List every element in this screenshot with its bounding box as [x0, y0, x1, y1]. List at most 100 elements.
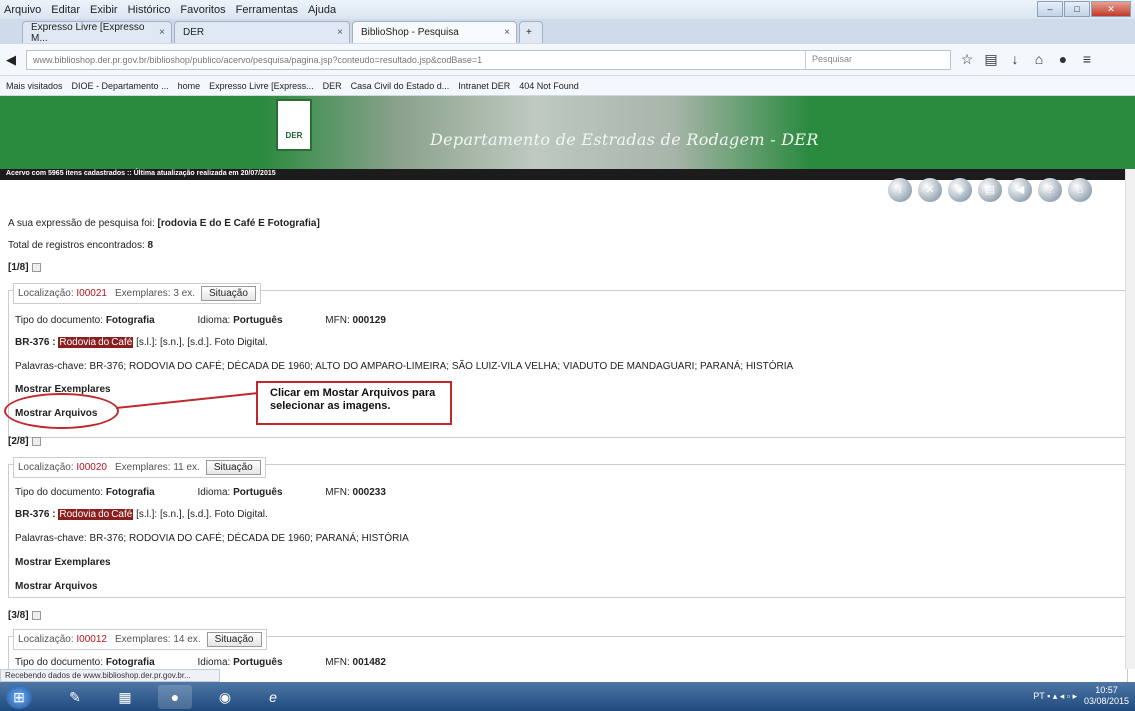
action-icons: i ✕ ◈ ▤ ◀ ? ⌂ [888, 178, 1098, 202]
select-checkbox[interactable] [31, 436, 41, 446]
clock-time: 10:57 [1095, 685, 1118, 695]
title-rest: [s.l.]: [s.n.], [s.d.]. Foto Digital. [136, 337, 268, 348]
new-tab-button[interactable]: + [519, 21, 543, 43]
record-header: Localização: I00020 Exemplares: 11 ex. S… [13, 457, 266, 478]
filter-icon[interactable]: ◈ [948, 178, 972, 202]
back-icon[interactable]: ◀ [6, 52, 16, 68]
idioma-label: Idioma: [197, 315, 231, 326]
vertical-scrollbar[interactable] [1125, 169, 1135, 669]
menu-favoritos[interactable]: Favoritos [180, 4, 225, 16]
mfn-value: 000233 [352, 487, 386, 498]
situacao-button[interactable]: Situação [206, 632, 262, 647]
menu-ferramentas[interactable]: Ferramentas [236, 4, 298, 16]
title-prefix: BR-376 : [15, 509, 56, 520]
mfn-label: MFN: [325, 315, 350, 326]
firefox-icon[interactable]: ● [158, 685, 192, 709]
clock[interactable]: 10:57 03/08/2015 [1084, 685, 1129, 707]
mfn-label: MFN: [325, 657, 350, 668]
highlight-ellipse [4, 393, 119, 429]
url-text: www.biblioshop.der.pr.gov.br/biblioshop/… [33, 55, 483, 65]
instruction-callout: Clicar em Mostar Arquivos para seleciona… [256, 381, 452, 425]
keywords-value: BR-376; RODOVIA DO CAFÉ; DÉCADA DE 1960;… [89, 533, 409, 544]
address-bar[interactable]: www.biblioshop.der.pr.gov.br/biblioshop/… [26, 50, 951, 70]
clear-icon[interactable]: ✕ [918, 178, 942, 202]
tab-biblioshop[interactable]: BiblioShop - Pesquisa × [352, 21, 517, 43]
situacao-button[interactable]: Situação [201, 286, 256, 301]
menu-icon[interactable]: ≡ [1075, 51, 1099, 68]
explorer-icon[interactable]: ✎ [58, 685, 92, 709]
file-manager-icon[interactable]: ▦ [108, 685, 142, 709]
system-tray: PT ▪ ▴ ◂ ▫ ▸ [1033, 691, 1077, 701]
reading-list-icon[interactable]: ▤ [979, 51, 1003, 68]
tipo-label: Tipo do documento: [15, 315, 104, 326]
tipo-value: Fotografia [105, 487, 155, 498]
bookmark-expresso[interactable]: Expresso Livre [Express... [209, 81, 314, 91]
show-arquivos-link[interactable]: Mostrar Arquivos [15, 581, 97, 592]
idioma-label: Idioma: [197, 657, 231, 668]
menu-ajuda[interactable]: Ajuda [308, 4, 336, 16]
search-expression: A sua expressão de pesquisa foi: [rodovi… [8, 218, 320, 229]
star-icon[interactable]: ☆ [955, 51, 979, 68]
record-index-text: [3/8] [8, 610, 29, 621]
tab-expresso[interactable]: Expresso Livre [Expresso M... × [22, 21, 172, 44]
total-label: Total de registros encontrados: [8, 240, 145, 251]
tab-bar: Expresso Livre [Expresso M... × DER × Bibl… [0, 19, 1135, 44]
bookmark-dioe[interactable]: DIOE - Departamento ... [72, 81, 169, 91]
chrome-icon[interactable]: ◉ [208, 685, 242, 709]
highlight-term: do [97, 337, 111, 348]
chat-icon[interactable]: ● [1051, 51, 1075, 68]
show-exemplares-link[interactable]: Mostrar Exemplares [15, 557, 111, 568]
record-title: BR-376 : Rodovia do Café [s.l.]: [s.n.], [… [15, 337, 268, 348]
idioma-value: Português [233, 315, 283, 326]
select-checkbox[interactable] [31, 262, 41, 272]
clock-date: 03/08/2015 [1083, 696, 1129, 706]
help-icon[interactable]: ? [1038, 178, 1062, 202]
download-icon[interactable]: ↓ [1003, 51, 1027, 68]
home-icon[interactable]: ⌂ [1068, 178, 1092, 202]
bookmark-intranet[interactable]: Intranet DER [458, 81, 510, 91]
maximize-icon[interactable]: □ [1064, 1, 1090, 17]
situacao-button[interactable]: Situação [205, 460, 261, 475]
back-icon[interactable]: ◀ [1008, 178, 1032, 202]
bookmark-der[interactable]: DER [323, 81, 342, 91]
site-banner: DER Departamento de Estradas de Rodagem … [0, 96, 1135, 169]
close-window-icon[interactable]: ✕ [1091, 1, 1131, 17]
record-index: [2/8] [8, 436, 41, 447]
doc-meta: Tipo do documento: Fotografia Idioma: Po… [15, 487, 386, 498]
ex-label: Exemplares: [114, 288, 171, 299]
menu-editar[interactable]: Editar [51, 4, 80, 16]
loc-value[interactable]: I00021 [76, 288, 107, 299]
loc-value[interactable]: I00012 [76, 634, 107, 645]
language-indicator[interactable]: PT [1033, 691, 1044, 701]
loc-value[interactable]: I00020 [76, 462, 107, 473]
menu-arquivo[interactable]: Arquivo [4, 4, 41, 16]
start-button[interactable]: ⊞ [6, 685, 32, 709]
close-tab-icon[interactable]: × [504, 27, 510, 38]
info-icon[interactable]: i [888, 178, 912, 202]
loc-label: Localização: [18, 288, 74, 299]
home-icon[interactable]: ⌂ [1027, 51, 1051, 68]
ie-icon[interactable]: e [256, 685, 290, 709]
print-icon[interactable]: ▤ [978, 178, 1002, 202]
highlight-term: Rodovia [58, 337, 98, 348]
record-card: Localização: I00021 Exemplares: 3 ex. Si… [8, 283, 1128, 438]
expression-value: [rodovia E do E Café E Fotografia] [157, 218, 320, 229]
select-checkbox[interactable] [31, 610, 41, 620]
bookmark-mais-visitados[interactable]: Mais visitados [6, 81, 63, 91]
der-logo[interactable]: DER [276, 99, 312, 151]
tab-der[interactable]: DER × [174, 21, 350, 43]
total-value: 8 [147, 240, 154, 251]
keywords-value: BR-376; RODOVIA DO CAFÉ; DÉCADA DE 1960;… [89, 361, 794, 372]
mfn-value: 000129 [352, 315, 386, 326]
bookmark-home[interactable]: home [178, 81, 201, 91]
close-tab-icon[interactable]: × [337, 27, 343, 38]
menu-historico[interactable]: Histórico [128, 4, 171, 16]
navigation-bar: ◀ www.biblioshop.der.pr.gov.br/bibliosho… [0, 44, 1135, 76]
search-input[interactable]: Pesquisar [805, 51, 950, 69]
bookmark-casa-civil[interactable]: Casa Civil do Estado d... [351, 81, 450, 91]
close-tab-icon[interactable]: × [159, 27, 165, 38]
bookmark-404[interactable]: 404 Not Found [519, 81, 579, 91]
menu-exibir[interactable]: Exibir [90, 4, 118, 16]
doc-meta: Tipo do documento: Fotografia Idioma: Po… [15, 657, 386, 668]
minimize-icon[interactable]: – [1037, 1, 1063, 17]
